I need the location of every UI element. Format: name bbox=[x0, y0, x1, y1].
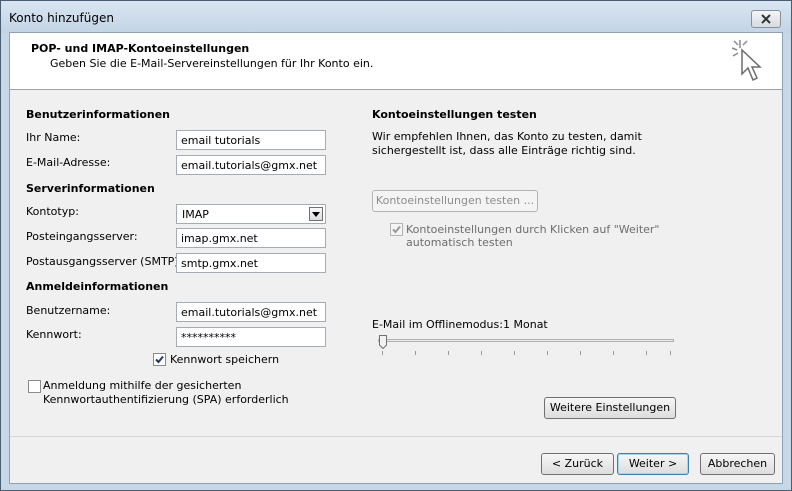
dialog-header: POP- und IMAP-Kontoeinstellungen Geben S… bbox=[10, 33, 782, 90]
test-description-line2: sichergestellt ist, dass alle Einträge r… bbox=[372, 144, 636, 157]
slider-tick bbox=[646, 351, 647, 355]
account-type-label: Kontotyp: bbox=[26, 205, 79, 218]
window-title: Konto hinzufügen bbox=[9, 11, 114, 25]
user-info-heading: Benutzerinformationen bbox=[26, 108, 171, 121]
checkmark-icon bbox=[392, 225, 401, 234]
incoming-server-label: Posteingangsserver: bbox=[26, 230, 138, 243]
email-label: E-Mail-Adresse: bbox=[26, 156, 111, 169]
dialog-window: Konto hinzufügen POP- und IMAP-Kontoeins… bbox=[0, 0, 792, 491]
offline-mode-value: 1 Monat bbox=[503, 318, 548, 331]
close-button[interactable] bbox=[751, 10, 781, 28]
offline-slider-thumb[interactable] bbox=[379, 335, 387, 349]
account-type-select[interactable]: IMAP bbox=[176, 204, 326, 224]
slider-tick bbox=[514, 351, 515, 355]
slider-tick bbox=[448, 351, 449, 355]
account-type-value: IMAP bbox=[182, 208, 209, 221]
outgoing-server-input[interactable]: smtp.gmx.net bbox=[176, 253, 326, 273]
slider-tick bbox=[382, 351, 383, 355]
next-button[interactable]: Weiter > bbox=[617, 453, 689, 475]
dropdown-arrow-icon[interactable] bbox=[309, 207, 323, 221]
close-icon bbox=[761, 14, 771, 24]
server-info-heading: Serverinformationen bbox=[26, 182, 155, 195]
spa-label-line1[interactable]: Anmeldung mithilfe der gesicherten bbox=[43, 379, 241, 392]
name-input[interactable]: email tutorials bbox=[176, 130, 326, 150]
cursor-sparkle-icon bbox=[731, 40, 762, 82]
slider-tick bbox=[613, 351, 614, 355]
dialog-client: POP- und IMAP-Kontoeinstellungen Geben S… bbox=[9, 32, 783, 484]
more-settings-button[interactable]: Weitere Einstellungen bbox=[544, 397, 676, 419]
spa-label-line2[interactable]: Kennwortauthentifizierung (SPA) erforder… bbox=[43, 393, 289, 406]
remember-password-checkbox[interactable] bbox=[153, 353, 166, 366]
incoming-server-input[interactable]: imap.gmx.net bbox=[176, 228, 326, 248]
spa-checkbox[interactable] bbox=[28, 380, 41, 393]
test-settings-button[interactable]: Kontoeinstellungen testen ... bbox=[372, 190, 538, 212]
checkmark-icon bbox=[155, 355, 164, 364]
username-input[interactable]: email.tutorials@gmx.net bbox=[176, 302, 326, 322]
email-input[interactable]: email.tutorials@gmx.net bbox=[176, 155, 326, 175]
password-input[interactable]: ********** bbox=[176, 327, 326, 347]
slider-tick bbox=[481, 351, 482, 355]
header-subtitle: Geben Sie die E-Mail-Servereinstellungen… bbox=[50, 57, 374, 70]
slider-tick bbox=[580, 351, 581, 355]
auto-test-label-line1[interactable]: Kontoeinstellungen durch Klicken auf "We… bbox=[406, 223, 660, 236]
username-label: Benutzername: bbox=[26, 304, 111, 317]
offline-mode-label: E-Mail im Offlinemodus: bbox=[372, 318, 503, 331]
cancel-button[interactable]: Abbrechen bbox=[700, 453, 775, 475]
auto-test-label-line2[interactable]: automatisch testen bbox=[406, 236, 513, 249]
slider-tick bbox=[547, 351, 548, 355]
outgoing-server-label: Postausgangsserver (SMTP): bbox=[26, 255, 183, 268]
password-label: Kennwort: bbox=[26, 328, 82, 341]
slider-tick bbox=[670, 351, 671, 355]
slider-tick bbox=[415, 351, 416, 355]
test-description-line1: Wir empfehlen Ihnen, das Konto zu testen… bbox=[372, 130, 642, 143]
back-button[interactable]: < Zurück bbox=[541, 453, 614, 475]
auto-test-checkbox[interactable] bbox=[390, 223, 403, 236]
remember-password-label[interactable]: Kennwort speichern bbox=[170, 353, 279, 366]
login-info-heading: Anmeldeinformationen bbox=[26, 280, 169, 293]
name-label: Ihr Name: bbox=[26, 131, 81, 144]
offline-slider-track[interactable] bbox=[378, 339, 674, 342]
title-bar[interactable]: Konto hinzufügen bbox=[1, 1, 791, 33]
footer-divider bbox=[10, 436, 782, 437]
test-heading: Kontoeinstellungen testen bbox=[372, 108, 537, 121]
header-title: POP- und IMAP-Kontoeinstellungen bbox=[31, 42, 250, 55]
